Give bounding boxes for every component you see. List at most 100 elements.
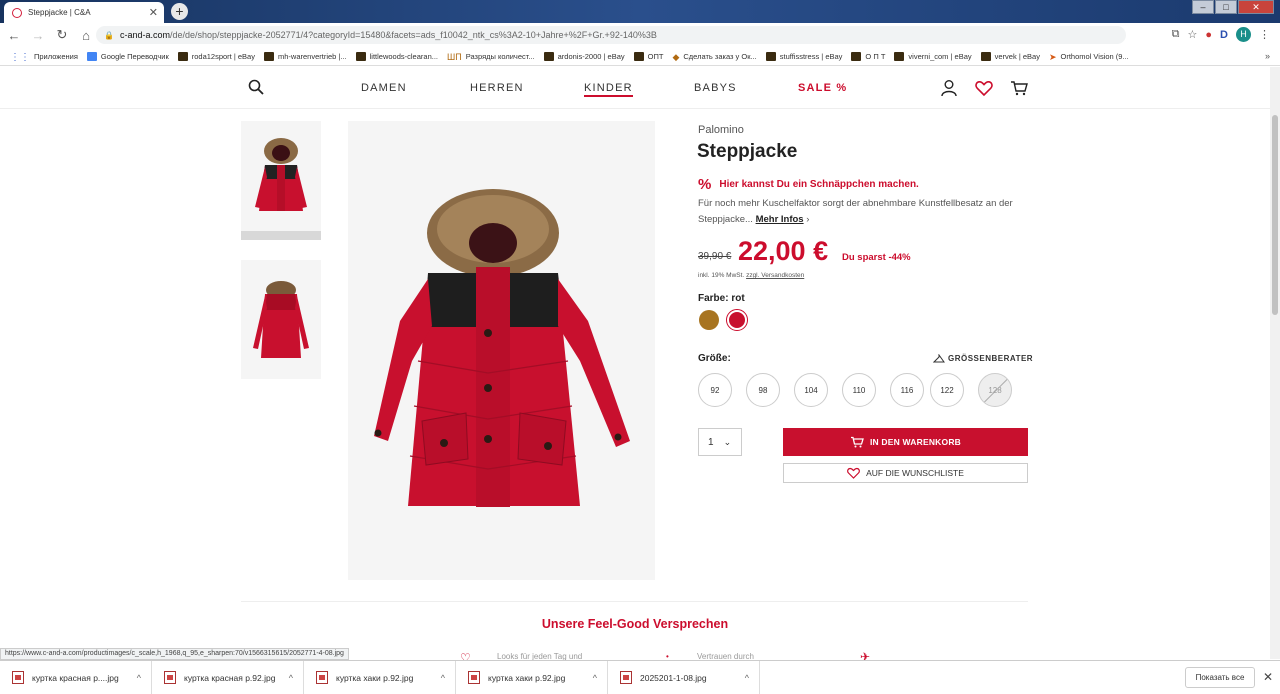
chevron-up-icon[interactable]: ^ (441, 673, 445, 683)
maximize-icon[interactable]: □ (1215, 0, 1237, 14)
vat-note: inkl. 19% MwSt. zzgl. Versandkosten (698, 272, 804, 279)
extension-icon[interactable]: ● (1205, 29, 1212, 41)
size-option-unavailable[interactable]: 128 (978, 373, 1012, 407)
forward-icon[interactable]: → (28, 28, 48, 43)
image-file-icon (468, 671, 480, 684)
account-icon[interactable] (940, 79, 958, 97)
browser-tabstrip: Steppjacke | C&A ✕ + – □ ✕ (0, 0, 1280, 23)
bookmarks-more-icon[interactable]: » (1265, 51, 1270, 61)
browser-tab[interactable]: Steppjacke | C&A ✕ (4, 2, 164, 23)
box-icon: ◆ (672, 51, 680, 62)
shipping-cost-link[interactable]: zzgl. Versandkosten (746, 272, 804, 279)
bookmark-item[interactable]: ardonis-2000 | eBay (543, 51, 625, 61)
window-controls: – □ ✕ (1191, 0, 1274, 14)
size-advisor-text: GRÖSSENBERATER (948, 354, 1034, 363)
download-item[interactable]: куртка красная р....jpg ^ (0, 661, 152, 694)
size-option[interactable]: 92 (698, 373, 732, 407)
reload-icon[interactable]: ↻ (52, 27, 72, 43)
quantity-value: 1 (708, 436, 714, 448)
download-item[interactable]: куртка хаки р.92.jpg ^ (304, 661, 456, 694)
address-toolbar: ← → ↻ ⌂ 🔒 c-and-a.com/de/de/shop/steppja… (0, 23, 1280, 47)
bookmark-item[interactable]: littlewoods-clearan... (355, 51, 438, 61)
nav-kinder[interactable]: KINDER (584, 82, 633, 97)
bookmark-item[interactable]: roda12sport | eBay (177, 51, 255, 61)
product-thumbnail-front[interactable] (241, 121, 321, 231)
bookmark-item[interactable]: О П Т (851, 51, 885, 61)
bookmark-label: littlewoods-clearan... (369, 51, 438, 61)
bookmark-item[interactable]: vervek | eBay (980, 51, 1040, 61)
bookmark-label: roda12sport | eBay (191, 51, 255, 61)
more-info-link[interactable]: Mehr Infos (756, 214, 804, 225)
nav-damen[interactable]: DAMEN (361, 82, 407, 94)
lock-icon: 🔒 (104, 30, 114, 40)
extension-d-icon[interactable]: D (1220, 29, 1228, 41)
size-option[interactable]: 98 (746, 373, 780, 407)
bookmark-item[interactable]: ◆ Сделать заказ у Ок... (672, 51, 756, 62)
image-file-icon (620, 671, 632, 684)
chevron-up-icon[interactable]: ^ (745, 673, 749, 683)
product-thumbnail-back[interactable] (241, 260, 321, 379)
menu-dots-icon[interactable]: ⋮ (1259, 28, 1270, 41)
cart-icon[interactable] (1010, 79, 1028, 97)
feel-good-heading: Unsere Feel-Good Versprechen (541, 617, 729, 631)
chevron-up-icon[interactable]: ^ (137, 673, 141, 683)
nav-sale[interactable]: SALE % (798, 82, 847, 94)
add-to-wishlist-button[interactable]: AUF DIE WUNSCHLISTE (783, 463, 1028, 483)
profile-avatar[interactable]: H (1236, 27, 1251, 42)
nav-herren[interactable]: HERREN (470, 82, 524, 94)
bookmark-item[interactable]: mh-warenvertrieb |... (263, 51, 347, 61)
wishlist-heart-icon[interactable] (975, 79, 993, 97)
download-filename: куртка красная р....jpg (32, 672, 119, 683)
scrollbar-thumb[interactable] (1272, 115, 1278, 315)
size-advisor-link[interactable]: GRÖSSENBERATER (933, 354, 1033, 363)
download-item[interactable]: 2025201-1-08.jpg ^ (608, 661, 760, 694)
size-option[interactable]: 116 (890, 373, 924, 407)
quantity-select[interactable]: 1 ⌄ (698, 428, 742, 456)
translate-icon[interactable]: ⧉ (1172, 28, 1180, 41)
chevron-up-icon[interactable]: ^ (289, 673, 293, 683)
bookmark-label: ardonis-2000 | eBay (557, 51, 625, 61)
shopping-bag-icon (851, 51, 862, 61)
shopping-bag-icon (894, 51, 905, 61)
show-all-downloads-button[interactable]: Показать все (1185, 667, 1255, 688)
product-main-image[interactable] (348, 121, 655, 580)
vat-text: inkl. 19% MwSt. (698, 272, 745, 279)
bookmark-item[interactable]: viverni_com | eBay (894, 51, 972, 61)
bookmark-item[interactable]: Google Переводчик (86, 51, 169, 61)
size-option[interactable]: 104 (794, 373, 828, 407)
color-swatch-brown[interactable] (699, 310, 719, 330)
toolbar-extensions: ⧉ ☆ ● D H ⋮ (1172, 27, 1270, 42)
close-download-bar-icon[interactable]: ✕ (1263, 670, 1273, 684)
image-file-icon (12, 671, 24, 684)
bookmark-star-icon[interactable]: ☆ (1188, 28, 1198, 41)
minimize-icon[interactable]: – (1192, 0, 1214, 14)
color-label: Farbe: rot (698, 293, 745, 304)
shopping-bag-icon (633, 51, 644, 61)
shopping-bag-icon (543, 51, 554, 61)
new-tab-button[interactable]: + (171, 3, 188, 20)
home-icon[interactable]: ⌂ (76, 28, 96, 43)
search-icon[interactable] (248, 79, 264, 95)
url-field[interactable]: 🔒 c-and-a.com/de/de/shop/steppjacke-2052… (96, 26, 1126, 44)
color-swatch-red-selected[interactable] (726, 309, 748, 331)
window-close-icon[interactable]: ✕ (1238, 0, 1274, 14)
bookmark-item[interactable]: ➤ Orthomol Vision (9... (1049, 52, 1129, 62)
bookmark-item[interactable]: ШП Разряды количест... (447, 52, 535, 62)
tab-close-icon[interactable]: ✕ (149, 6, 158, 19)
size-option[interactable]: 122 (930, 373, 964, 407)
add-to-cart-button[interactable]: IN DEN WARENKORB (783, 428, 1028, 456)
download-item[interactable]: куртка красная р.92.jpg ^ (152, 661, 304, 694)
cart-icon (850, 436, 864, 448)
nav-babys[interactable]: BABYS (694, 82, 737, 94)
bookmark-item[interactable]: ⋮⋮ Приложения (10, 52, 78, 63)
size-option[interactable]: 110 (842, 373, 876, 407)
download-item[interactable]: куртка хаки р.92.jpg ^ (456, 661, 608, 694)
bookmark-item[interactable]: stuffisstress | eBay (765, 51, 842, 61)
product-brand[interactable]: Palomino (698, 124, 744, 136)
back-icon[interactable]: ← (4, 28, 24, 43)
tab-title: Steppjacke | C&A (28, 8, 91, 17)
chevron-up-icon[interactable]: ^ (593, 673, 597, 683)
bookmark-item[interactable]: ОПТ (633, 51, 663, 61)
page-scrollbar[interactable] (1270, 67, 1280, 659)
bookmark-label: viverni_com | eBay (908, 51, 972, 61)
